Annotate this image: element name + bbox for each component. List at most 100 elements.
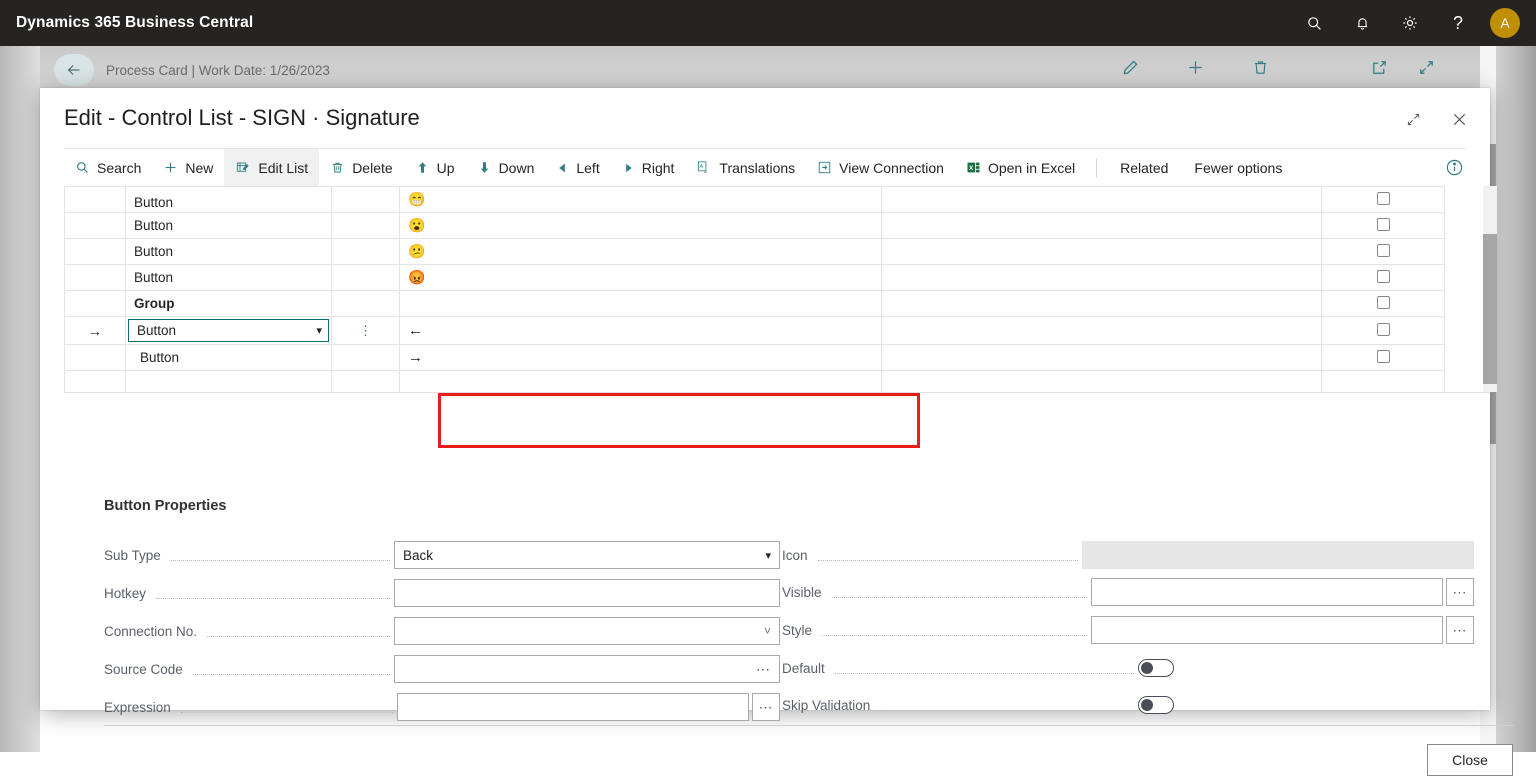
row-blank-cell[interactable] [881,290,1322,317]
delete-trash-icon[interactable] [1251,58,1270,82]
table-row[interactable]: Button → [64,344,1445,371]
toolbar-down-button[interactable]: Down [466,149,546,187]
row-menu-cell[interactable] [331,264,400,291]
edit-pencil-icon[interactable] [1121,58,1140,82]
row-menu-cell[interactable] [331,186,400,213]
row-menu-cell[interactable]: ⋮ [331,316,400,345]
back-arrow-icon[interactable] [54,54,94,86]
row-name-cell[interactable]: Button [125,344,332,371]
row-checkbox[interactable] [1376,243,1390,257]
row-menu-cell[interactable] [331,344,400,371]
skip-validation-toggle[interactable] [1138,696,1174,714]
ellipsis-icon[interactable]: ⋯ [756,661,771,678]
table-row-selected[interactable]: → Button ▾ ⋮ ← [64,316,1445,345]
row-checkbox[interactable] [1376,322,1390,336]
row-checkbox[interactable] [1376,269,1390,283]
toolbar-related-menu[interactable]: Related [1107,149,1181,187]
add-plus-icon[interactable] [1186,58,1205,82]
toolbar-open-in-excel-button[interactable]: X Open in Excel [955,149,1086,187]
toolbar-up-button[interactable]: Up [404,149,466,187]
grid-scrollbar-thumb[interactable] [1483,234,1497,384]
row-checkbox-cell[interactable] [1321,238,1445,265]
shrink-icon[interactable] [1417,58,1436,82]
row-blank-cell[interactable] [881,212,1322,239]
row-icon-cell[interactable]: 😕 [399,238,882,265]
row-name-cell[interactable]: Button [125,264,332,291]
bell-icon[interactable] [1338,0,1386,46]
toolbar-edit-list-button[interactable]: Edit List [224,148,320,187]
toolbar-translations-button[interactable]: A a Translations [685,149,806,187]
toolbar-search-button[interactable]: Search [64,149,152,187]
hotkey-input[interactable] [394,579,780,607]
row-blank-cell[interactable] [881,344,1322,371]
row-checkbox[interactable] [1376,349,1390,363]
sub-type-dropdown[interactable]: Back ▾ [394,541,780,569]
info-icon[interactable] [1445,158,1464,177]
row-icon-cell[interactable]: 😡 [399,264,882,291]
search-icon[interactable] [1290,0,1338,46]
row-checkbox[interactable] [1376,295,1390,309]
row-blank-cell[interactable] [881,238,1322,265]
table-row[interactable]: Button 😡 [64,264,1445,291]
row-name-cell[interactable] [125,370,332,392]
row-checkbox-cell[interactable] [1321,186,1445,213]
row-checkbox-cell[interactable] [1321,370,1445,392]
row-checkbox-cell[interactable] [1321,344,1445,371]
toolbar-view-connection-button[interactable]: View Connection [806,149,955,187]
help-icon[interactable]: ? [1434,0,1482,46]
row-blank-cell[interactable] [881,186,1322,213]
close-icon[interactable] [1444,104,1474,134]
row-menu-cell[interactable] [331,290,400,317]
table-row[interactable]: Button 😁 [64,186,1445,213]
control-list-grid[interactable]: Button 😁 Button 😮 Button 😕 Button 😡 Grou… [64,186,1466,392]
row-checkbox-cell[interactable] [1321,316,1445,345]
toolbar-fewer-options-menu[interactable]: Fewer options [1181,149,1295,187]
visible-ellipsis-button[interactable]: ⋯ [1446,578,1474,606]
visible-input[interactable] [1091,578,1443,606]
row-icon-cell[interactable] [399,370,882,392]
table-row[interactable]: Button 😕 [64,238,1445,265]
table-row[interactable]: Button 😮 [64,212,1445,239]
row-icon-cell[interactable]: 😮 [399,212,882,239]
grid-scrollbar[interactable] [1483,186,1497,392]
row-name-cell[interactable]: Button [125,212,332,239]
row-type-dropdown[interactable]: Button ▾ [128,319,329,342]
expression-input[interactable] [397,693,749,721]
toolbar-delete-button[interactable]: Delete [319,149,403,187]
avatar[interactable]: A [1490,8,1520,38]
row-name-cell[interactable]: Button [125,186,332,213]
row-menu-cell[interactable] [331,238,400,265]
row-checkbox[interactable] [1376,191,1390,205]
row-name-cell-editing[interactable]: Button ▾ [125,316,332,345]
row-checkbox-cell[interactable] [1321,212,1445,239]
default-toggle[interactable] [1138,659,1174,677]
toolbar-new-button[interactable]: New [152,149,224,187]
row-icon-cell[interactable] [399,290,882,317]
table-row[interactable] [64,370,1445,392]
open-new-window-icon[interactable] [1370,58,1389,82]
row-name-cell[interactable]: Group [125,290,332,317]
row-blank-cell[interactable] [881,370,1322,392]
close-button[interactable]: Close [1427,744,1513,776]
shrink-icon[interactable] [1398,104,1428,134]
source-code-input[interactable]: ⋯ [394,655,780,683]
toolbar-right-button[interactable]: Right [611,149,686,187]
toolbar-left-button[interactable]: Left [545,149,610,187]
style-ellipsis-button[interactable]: ⋯ [1446,616,1474,644]
row-icon-cell[interactable]: ← [399,316,882,345]
row-name-cell[interactable]: Button [125,238,332,265]
row-menu-cell[interactable] [331,212,400,239]
row-menu-cell[interactable] [331,370,400,392]
row-icon-cell[interactable]: → [399,344,882,371]
row-checkbox-cell[interactable] [1321,290,1445,317]
style-input[interactable] [1091,616,1443,644]
row-blank-cell[interactable] [881,316,1322,345]
table-row[interactable]: Group [64,290,1445,317]
row-checkbox[interactable] [1376,217,1390,231]
row-checkbox-cell[interactable] [1321,264,1445,291]
row-blank-cell[interactable] [881,264,1322,291]
row-icon-cell[interactable]: 😁 [399,186,882,213]
connection-no-lookup[interactable]: ˅ [394,617,780,645]
row-options-icon[interactable]: ⋮ [359,323,372,338]
gear-icon[interactable] [1386,0,1434,46]
